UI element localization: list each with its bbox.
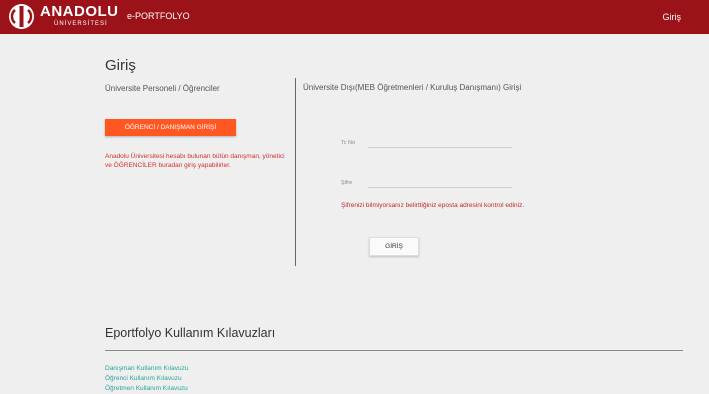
- tc-no-label: Tc No: [341, 140, 356, 146]
- anadolu-university-logo-icon[interactable]: [8, 3, 35, 30]
- nav-login-link[interactable]: Giriş: [663, 11, 682, 23]
- guides-title: Eportfolyo Kullanım Kılavuzları: [105, 326, 276, 340]
- guides-divider: [105, 350, 683, 351]
- password-label: Şifre: [341, 180, 353, 186]
- student-guide-link[interactable]: Öğrenci Kullanım Kılavuzu: [105, 375, 182, 383]
- logo-name: ANADOLU: [40, 3, 119, 20]
- password-input[interactable]: [368, 179, 512, 188]
- logo-subtitle: ÜNİVERSİTESİ: [54, 21, 108, 27]
- staff-section-subtitle: Üniversite Personeli / Öğrenciler: [105, 84, 220, 93]
- staff-login-note: Anadolu Üniversitesi hesabı bulunan bütü…: [105, 153, 285, 169]
- tc-no-input[interactable]: [368, 139, 512, 148]
- external-section-subtitle: Üniversite Dışı(MEB Öğretmenleri / Kurul…: [303, 83, 522, 92]
- advisor-guide-link[interactable]: Danışman Kullanım Kılavuzu: [105, 365, 188, 373]
- top-navbar: ANADOLU ÜNİVERSİTESİ e-PORTFOLYO Giriş: [0, 0, 709, 34]
- page-title: Giriş: [105, 57, 136, 74]
- login-button[interactable]: GİRİŞ: [369, 237, 419, 256]
- password-hint: Şifrenizi bilmiyorsanız belirttiğiniz ep…: [341, 202, 525, 209]
- section-divider: [295, 78, 296, 266]
- brand-title[interactable]: e-PORTFOLYO: [127, 10, 190, 22]
- teacher-guide-link[interactable]: Öğretmen Kullanım Kılavuzu: [105, 385, 188, 393]
- student-advisor-login-button[interactable]: ÖĞRENCİ / DANIŞMAN GİRİŞİ: [105, 119, 236, 136]
